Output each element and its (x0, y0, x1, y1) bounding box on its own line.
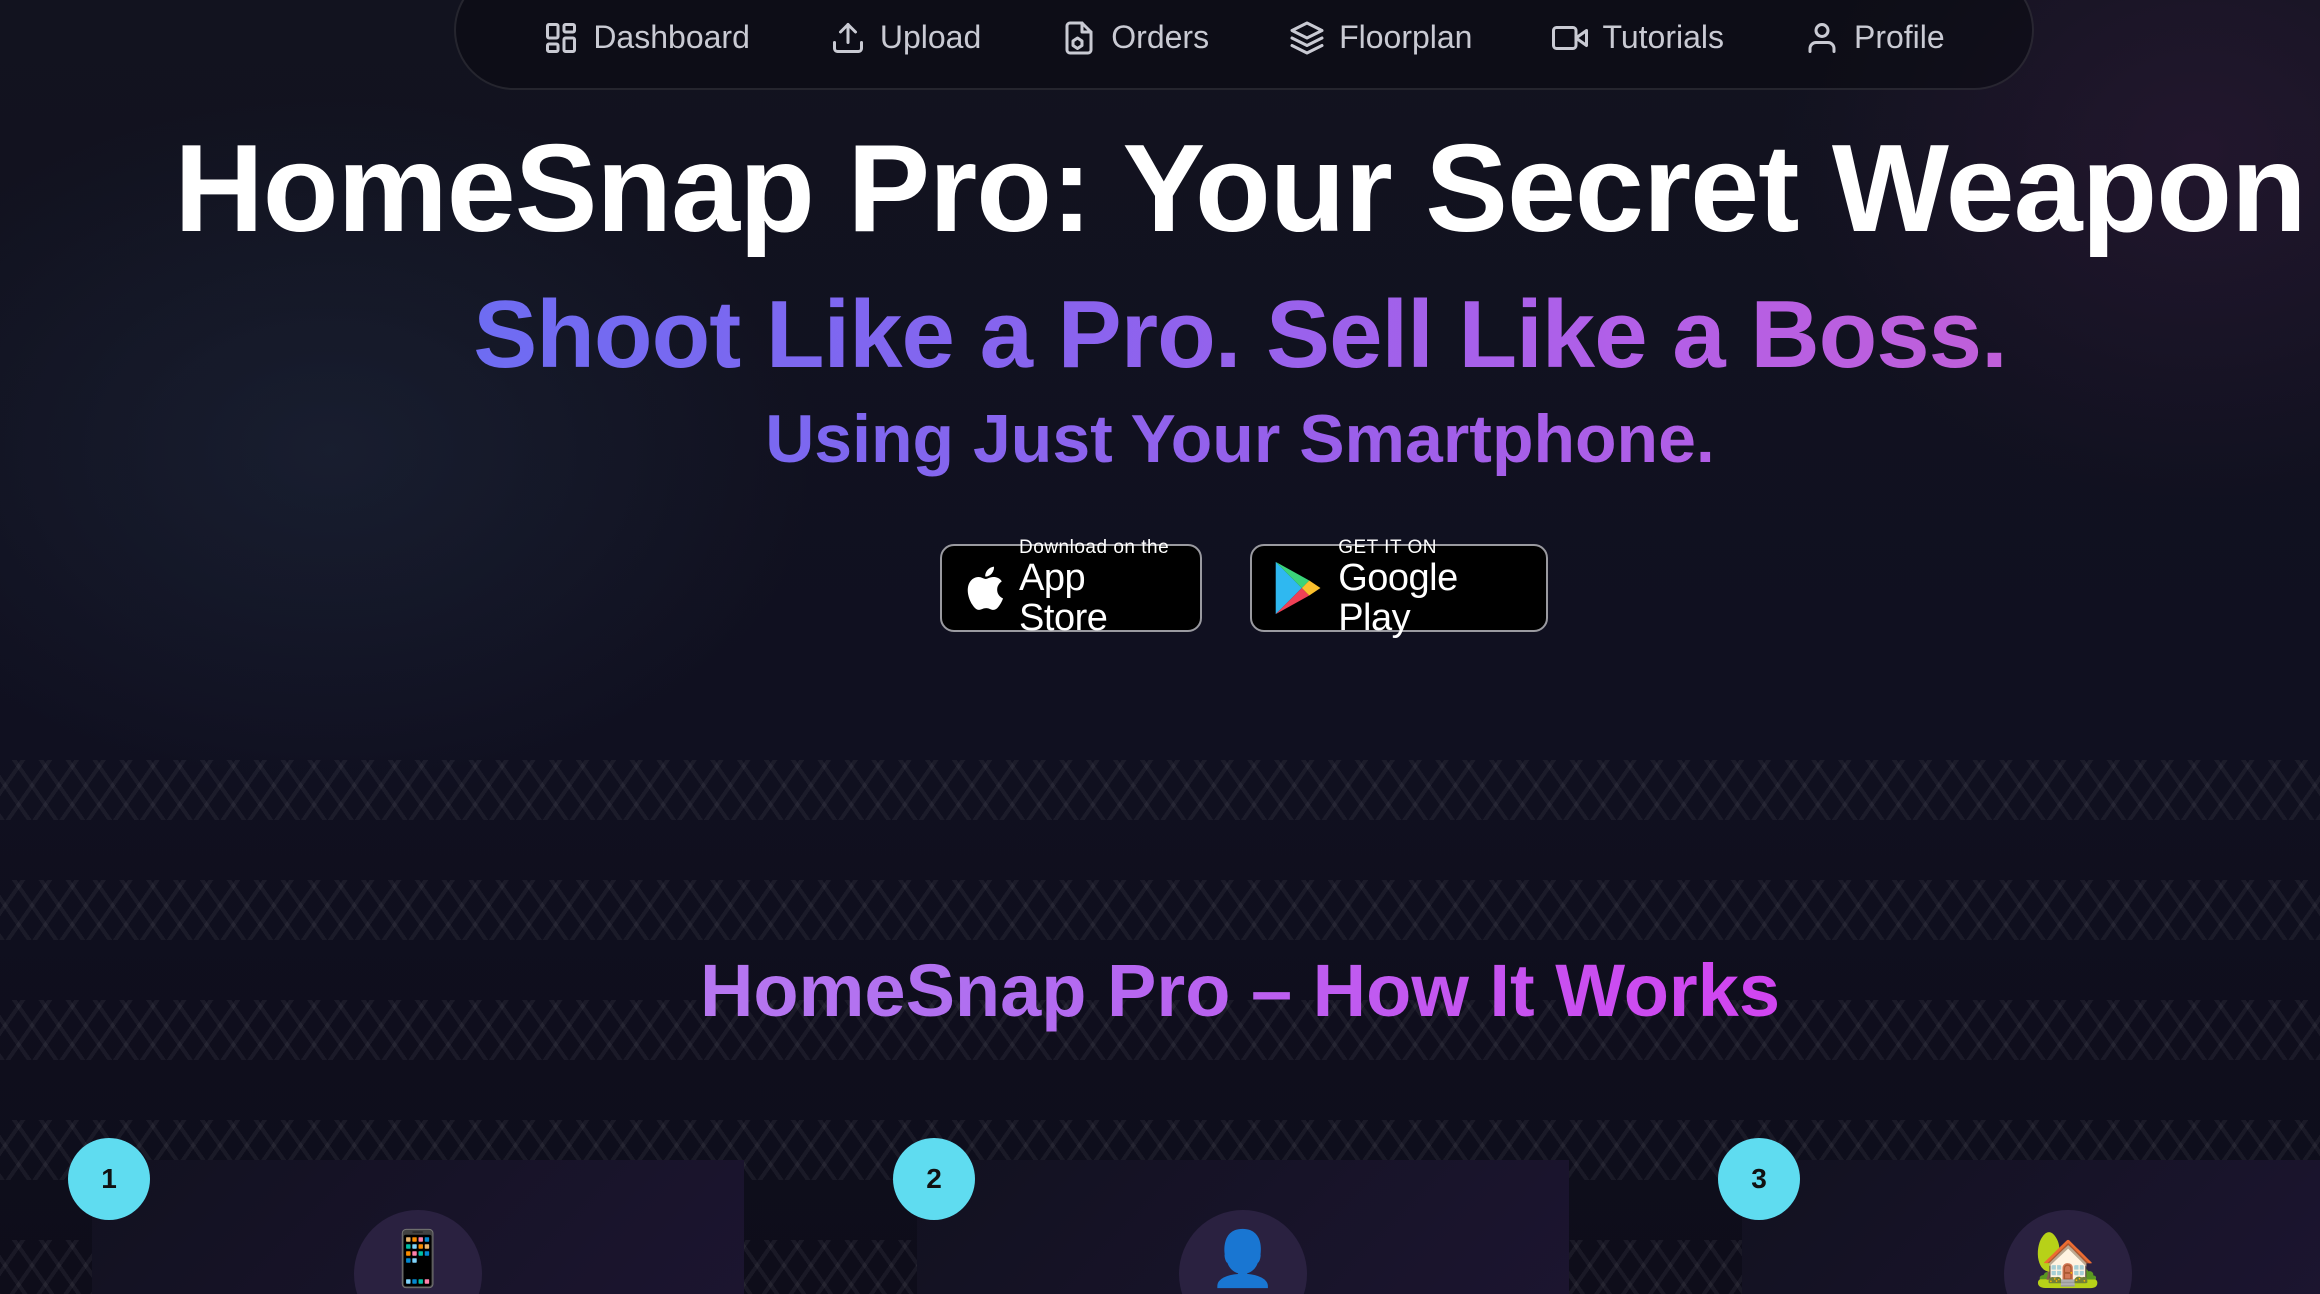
step-card-1: 📱 (92, 1160, 744, 1294)
background-pattern-band (0, 760, 2320, 820)
google-play-icon (1275, 561, 1321, 615)
nav-label: Dashboard (593, 19, 750, 55)
user-icon (1808, 22, 1836, 53)
step-number-2: 2 (893, 1138, 975, 1220)
hero-subtitle: Shoot Like a Pro. Sell Like a Boss. (0, 280, 2320, 390)
person-icon: 👤 (1179, 1210, 1307, 1294)
layers-icon (1290, 21, 1324, 54)
page: Dashboard Upload Orders Floorplan Tutori… (0, 0, 2320, 1294)
step-card-2: 👤 (917, 1160, 1569, 1294)
nav-label: Floorplan (1339, 19, 1473, 55)
hero-title: HomeSnap Pro: Your Secret Weapon (174, 120, 2307, 258)
hero-subtitle2-text: Using Just Your Smartphone. (765, 401, 1715, 477)
step-card-3: 🏡 (1742, 1160, 2320, 1294)
nav-item-orders[interactable]: Orders (1021, 19, 1249, 56)
how-it-works-title: HomeSnap Pro – How It Works (0, 948, 2320, 1033)
nav-item-profile[interactable]: Profile (1764, 19, 1985, 56)
app-store-text: Download on the App Store (1019, 537, 1180, 639)
nav-label: Orders (1111, 19, 1210, 55)
app-store-big-label: App Store (1019, 557, 1108, 639)
nav-label: Upload (879, 19, 982, 55)
video-icon (1552, 25, 1589, 50)
nav-item-dashboard[interactable]: Dashboard (503, 19, 790, 56)
orders-icon (1065, 21, 1093, 54)
step-number-1: 1 (68, 1138, 150, 1220)
apple-icon (967, 566, 1004, 610)
google-play-small-label: GET IT ON (1338, 537, 1438, 558)
nav-item-tutorials[interactable]: Tutorials (1512, 19, 1764, 56)
top-navigation: Dashboard Upload Orders Floorplan Tutori… (454, 0, 2034, 90)
dashboard-icon (546, 22, 577, 53)
nav-label: Profile (1853, 19, 1945, 55)
app-store-small-label: Download on the (1019, 537, 1170, 558)
house-icon: 🏡 (2004, 1210, 2132, 1294)
hero-subtitle-text: Shoot Like a Pro. Sell Like a Boss. (473, 281, 2007, 388)
nav-item-floorplan[interactable]: Floorplan (1249, 19, 1512, 56)
hero-subtitle-secondary: Using Just Your Smartphone. (0, 400, 2320, 478)
nav-label: Tutorials (1602, 19, 1724, 55)
google-play-text: GET IT ON Google Play (1338, 537, 1526, 639)
phone-icon: 📱 (354, 1210, 482, 1294)
background-pattern-band (0, 880, 2320, 940)
app-store-button[interactable]: Download on the App Store (940, 538, 1202, 638)
google-play-button[interactable]: GET IT ON Google Play (1250, 538, 1548, 638)
step-number-3: 3 (1718, 1138, 1800, 1220)
upload-icon (832, 22, 863, 53)
google-play-big-label: Google Play (1338, 557, 1458, 639)
nav-item-upload[interactable]: Upload (790, 19, 1021, 56)
